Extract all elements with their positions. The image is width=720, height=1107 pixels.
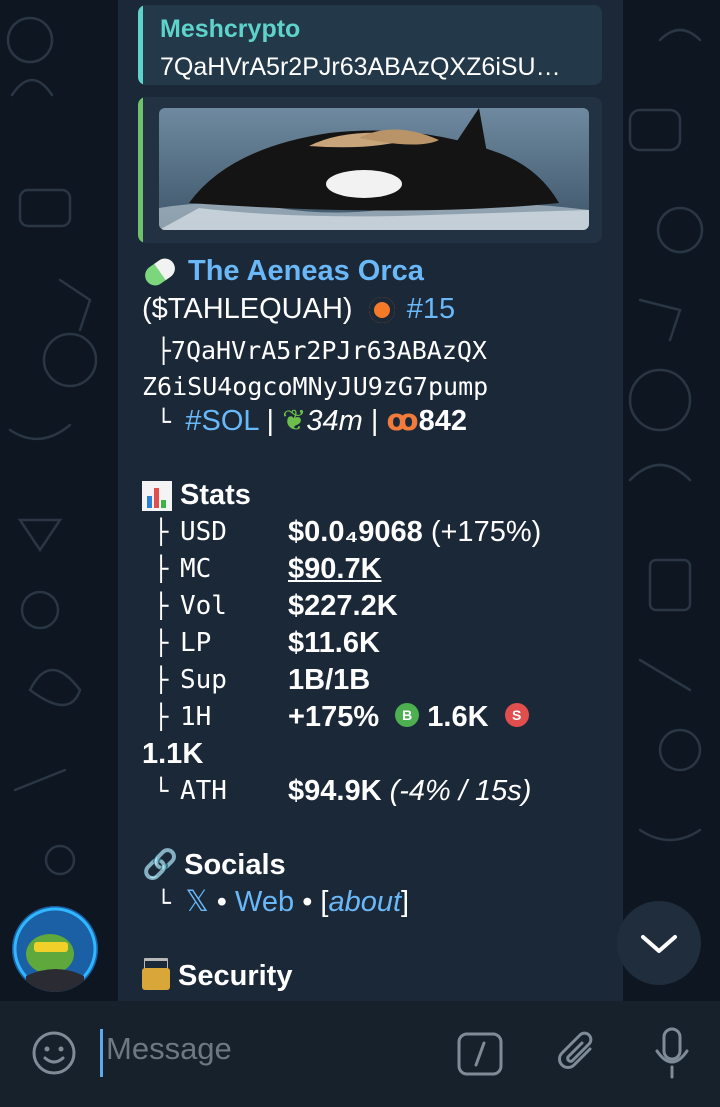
text-cursor xyxy=(100,1029,103,1077)
separator-dot: • xyxy=(302,886,313,918)
security-header: Security xyxy=(142,959,292,993)
stats-header: Stats xyxy=(142,478,251,512)
seedling-icon: ❦ xyxy=(282,405,307,437)
token-age: 34m xyxy=(306,405,363,437)
emoji-icon[interactable] xyxy=(30,1029,78,1077)
x-link[interactable]: 𝕏 xyxy=(185,886,208,918)
microphone-icon[interactable] xyxy=(652,1025,692,1081)
link-preview[interactable] xyxy=(138,97,602,243)
link-icon: 🔗 xyxy=(142,849,179,881)
tree-branch-icon: ├ xyxy=(154,629,169,657)
reply-accent-bar xyxy=(138,5,143,85)
message-bubble: Meshcrypto 7QaHVrA5r2PJr63ABAzQXZ6iSU… T… xyxy=(118,0,623,1001)
stat-row-mc: ├ MC $90.7K xyxy=(142,552,612,586)
usd-label: USD xyxy=(180,517,227,547)
orca-preview-image[interactable] xyxy=(159,108,589,230)
sell-badge-icon: S xyxy=(504,703,529,728)
chain-hashtag[interactable]: #SOL xyxy=(185,405,258,437)
attachment-icon[interactable] xyxy=(552,1027,602,1079)
buy-badge-icon: B xyxy=(395,703,420,728)
about-bracket-close: ] xyxy=(401,886,410,918)
h1-change: +175% xyxy=(288,701,380,733)
ath-label: ATH xyxy=(180,776,227,806)
token-ticker-row: ($TAHLEQUAH) #15 xyxy=(142,292,455,326)
sender-avatar[interactable] xyxy=(12,906,98,992)
mc-value[interactable]: $90.7K xyxy=(288,552,382,586)
eyes-icon: ꝏ xyxy=(386,405,419,437)
socials-links-row: └ 𝕏 • Web • [about] xyxy=(142,885,409,920)
ath-row-values: $94.9K (-4% / 15s) xyxy=(288,774,531,808)
token-ticker: ($TAHLEQUAH) xyxy=(142,293,353,325)
separator-dot: • xyxy=(216,886,227,918)
stat-row-usd: ├ USD $0.0₄9068 (+175%) xyxy=(142,515,612,549)
stat-row-1h: ├ 1H +175% B 1.6K S xyxy=(142,700,612,734)
usd-price-row: $0.0₄9068 (+175%) xyxy=(288,515,541,549)
usd-change: (+175%) xyxy=(430,516,542,548)
socials-title: Socials xyxy=(184,849,286,881)
h1-row-values: +175% B 1.6K S xyxy=(288,700,529,734)
address-row-2: Z6iSU4ogcoMNyJU9zG7pump xyxy=(142,369,488,404)
reply-author: Meshcrypto xyxy=(160,15,301,43)
chevron-down-icon xyxy=(641,935,677,953)
about-link[interactable]: about xyxy=(328,886,401,918)
tree-branch-icon: ├ xyxy=(154,666,169,694)
tree-end-icon: └ xyxy=(142,889,186,917)
reply-text: 7QaHVrA5r2PJr63ABAzQXZ6iSU… xyxy=(160,53,561,81)
fire-icon xyxy=(368,297,395,324)
chart-icon xyxy=(142,481,172,512)
web-link[interactable]: Web xyxy=(235,886,294,918)
tree-branch-icon: ├ xyxy=(154,555,169,583)
message-input[interactable]: Message xyxy=(106,1031,232,1067)
security-title: Security xyxy=(178,960,293,992)
reply-quote[interactable]: Meshcrypto 7QaHVrA5r2PJr63ABAzQXZ6iSU… xyxy=(138,5,602,85)
mc-label: MC xyxy=(180,554,212,584)
lp-value: $11.6K xyxy=(288,627,380,659)
rank-hashtag[interactable]: #15 xyxy=(407,293,455,325)
ath-value: $94.9K xyxy=(288,775,382,807)
socials-header: 🔗 Socials xyxy=(142,848,286,882)
vol-value: $227.2K xyxy=(288,590,398,622)
lp-label: LP xyxy=(180,628,212,658)
token-title-row: The Aeneas Orca xyxy=(141,254,424,290)
sup-label: Sup xyxy=(180,665,227,695)
stat-row-ath: └ ATH $94.9K (-4% / 15s) xyxy=(142,774,612,808)
stats-title: Stats xyxy=(180,479,251,511)
pill-icon xyxy=(141,254,179,290)
scroll-down-button[interactable] xyxy=(617,901,701,985)
token-name-link[interactable]: The Aeneas Orca xyxy=(188,255,424,287)
tree-branch-icon: ├ xyxy=(154,703,169,731)
ath-note: (-4% / 15s) xyxy=(389,775,532,807)
tree-branch-icon: ├ xyxy=(154,518,169,546)
tree-end-icon: └ xyxy=(154,777,169,805)
preview-accent-bar xyxy=(138,97,143,243)
tree-branch-icon: ├ xyxy=(154,592,169,620)
contract-address-part2[interactable]: Z6iSU4ogcoMNyJU9zG7pump xyxy=(142,372,488,401)
tree-end-icon: └ xyxy=(142,408,186,436)
h1-label: 1H xyxy=(180,702,212,732)
usd-value: $0.0₄9068 xyxy=(288,516,423,548)
stat-row-lp: ├ LP $11.6K xyxy=(142,626,612,660)
stat-row-vol: ├ Vol $227.2K xyxy=(142,589,612,623)
sell-count: 1.1K xyxy=(142,738,204,770)
lock-icon xyxy=(142,968,170,991)
token-meta-row: └ #SOL | ❦34m | ꝏ842 xyxy=(142,405,467,437)
address-row-1: ├7QaHVrA5r2PJr63ABAzQX xyxy=(142,333,487,368)
contract-address-part1[interactable]: 7QaHVrA5r2PJr63ABAzQX xyxy=(171,336,487,365)
message-composer: Message xyxy=(0,1001,720,1107)
stat-row-sup: ├ Sup 1B/1B xyxy=(142,663,612,697)
sup-value: 1B/1B xyxy=(288,664,371,696)
bot-command-icon[interactable] xyxy=(456,1031,504,1077)
tree-branch-icon: ├ xyxy=(142,337,171,365)
views-count: 842 xyxy=(418,405,467,437)
buy-count: 1.6K xyxy=(427,701,489,733)
vol-label: Vol xyxy=(180,591,227,621)
